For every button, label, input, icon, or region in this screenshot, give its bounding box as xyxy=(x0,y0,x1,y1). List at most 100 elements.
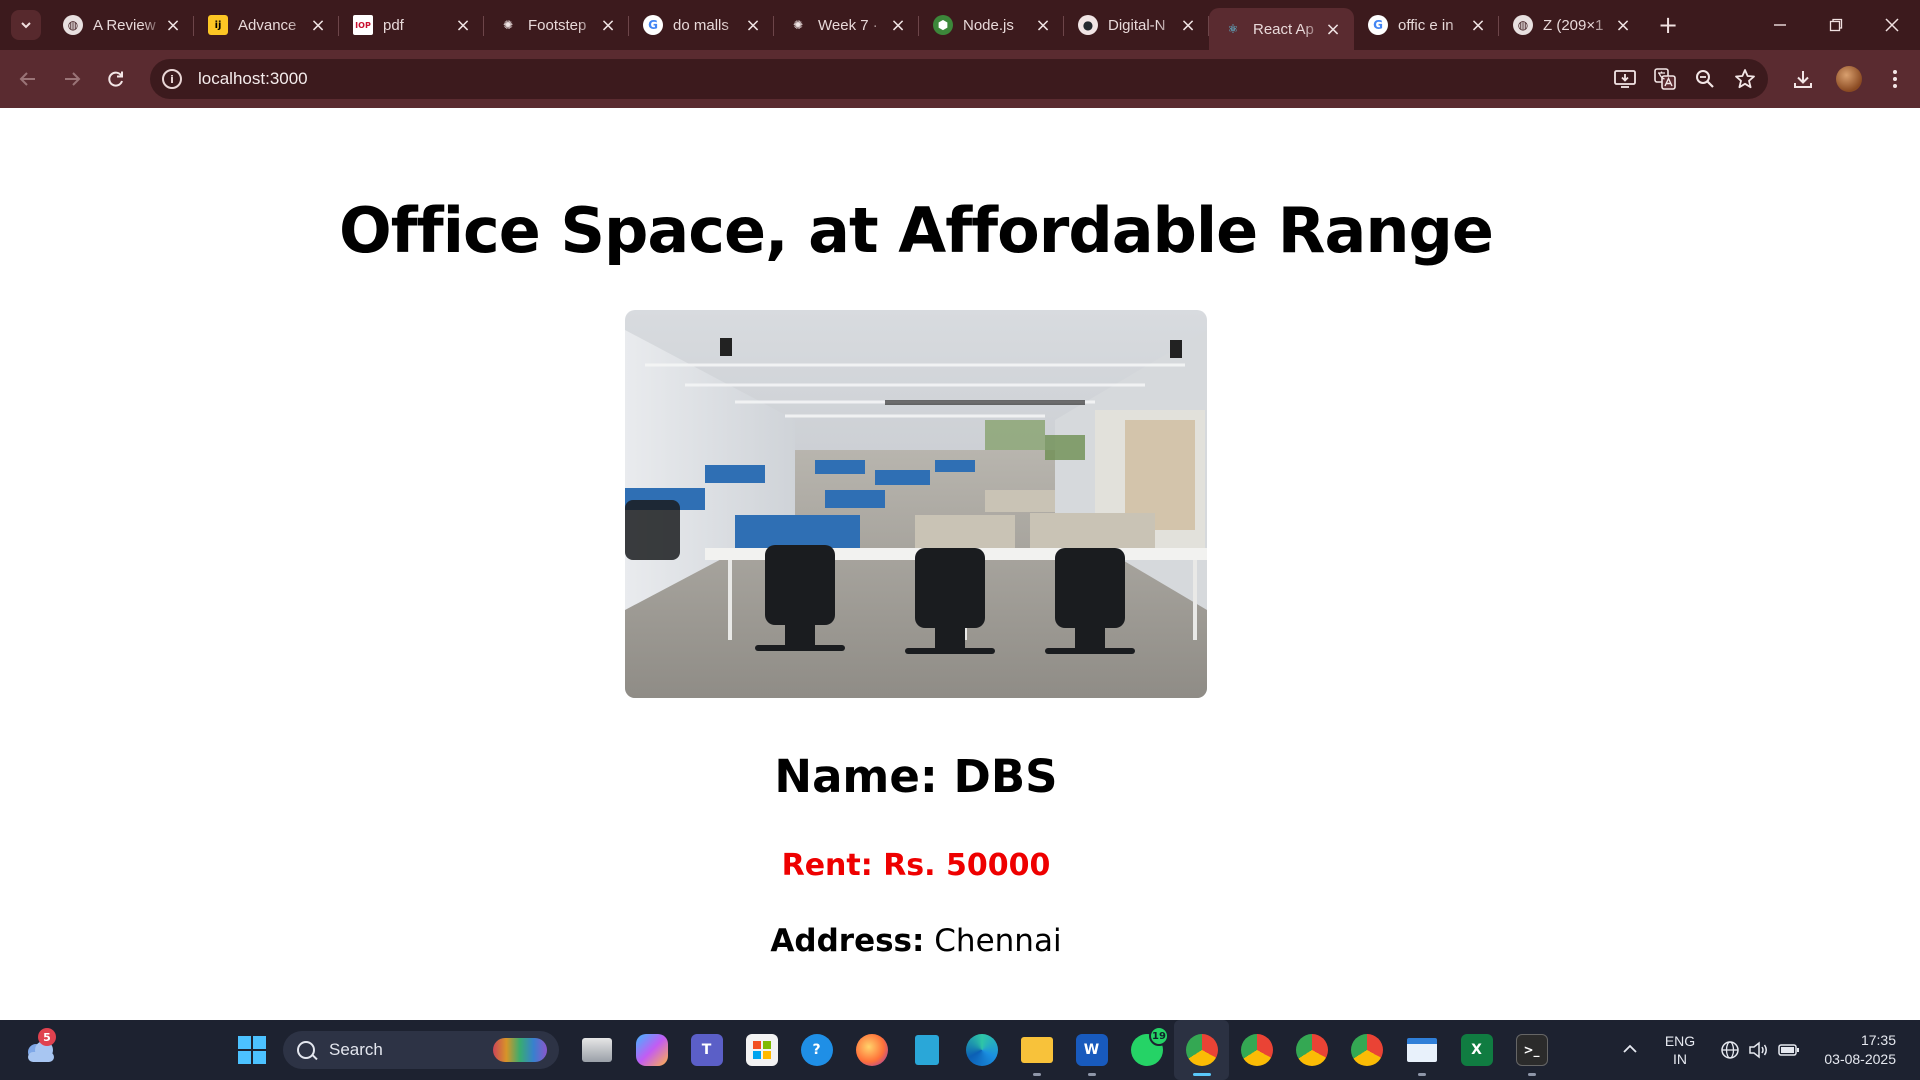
address-label: Address: xyxy=(770,923,925,959)
close-tab-icon[interactable]: × xyxy=(889,15,907,36)
browser-tab[interactable]: ◍ Z (209×1 × xyxy=(1499,0,1644,50)
close-tab-icon[interactable]: × xyxy=(599,15,617,36)
search-highlight-icon xyxy=(493,1038,547,1062)
chrome-profile-3-button[interactable] xyxy=(1284,1020,1339,1080)
notepad-button[interactable] xyxy=(899,1020,954,1080)
system-tray: ENG IN 17:35 03-08-2025 xyxy=(1610,1020,1920,1080)
chatgpt-icon: ✺ xyxy=(792,18,804,32)
folder-icon xyxy=(1020,1037,1053,1063)
browser-tab[interactable]: Gdo malls × xyxy=(629,0,774,50)
clock[interactable]: 17:35 03-08-2025 xyxy=(1810,1031,1920,1069)
address-bar-url[interactable]: localhost:3000 xyxy=(198,69,308,89)
ms-store-button[interactable] xyxy=(734,1020,789,1080)
profile-button[interactable] xyxy=(1834,64,1864,94)
restore-button[interactable] xyxy=(1808,0,1864,50)
browser-tab[interactable]: ◍ A Review × xyxy=(49,0,194,50)
tab-title: Digital-N xyxy=(1108,16,1166,34)
close-tab-icon[interactable]: × xyxy=(1324,19,1342,40)
chrome-icon xyxy=(1185,1034,1218,1066)
close-tab-icon[interactable]: × xyxy=(744,15,762,36)
copilot-button[interactable] xyxy=(624,1020,679,1080)
chrome-profile-2-button[interactable] xyxy=(1229,1020,1284,1080)
new-tab-button[interactable]: + xyxy=(1648,11,1688,39)
reload-button[interactable] xyxy=(94,57,138,101)
minimize-button[interactable] xyxy=(1752,0,1808,50)
tab-search-button[interactable] xyxy=(11,10,41,40)
close-tab-icon[interactable]: × xyxy=(454,15,472,36)
word-icon: W xyxy=(1075,1034,1108,1066)
tab-title: React Ap xyxy=(1253,20,1314,38)
browser-tab[interactable]: ● Digital-N × xyxy=(1064,0,1209,50)
whatsapp-button[interactable]: 19 xyxy=(1119,1020,1174,1080)
google-icon: G xyxy=(643,15,663,35)
chrome-icon xyxy=(1350,1034,1383,1066)
teams-icon: T xyxy=(690,1034,723,1066)
running-indicator xyxy=(1193,1073,1211,1076)
back-button[interactable] xyxy=(6,57,50,101)
tab-title: do malls xyxy=(673,16,729,34)
browser-tab[interactable]: Goffic e in × xyxy=(1354,0,1499,50)
chrome-icon xyxy=(1295,1034,1328,1066)
copilot-icon xyxy=(635,1034,668,1066)
window-app-icon xyxy=(1406,1038,1437,1062)
excel-button[interactable]: X xyxy=(1449,1020,1504,1080)
close-window-button[interactable] xyxy=(1864,0,1920,50)
close-tab-icon[interactable]: × xyxy=(1034,15,1052,36)
show-hidden-icons-button[interactable] xyxy=(1610,1041,1650,1059)
close-tab-icon[interactable]: × xyxy=(1614,15,1632,36)
close-tab-icon[interactable]: × xyxy=(164,15,182,36)
address-bar[interactable]: i localhost:3000 xyxy=(150,59,1768,99)
close-tab-icon[interactable]: × xyxy=(309,15,327,36)
running-indicator xyxy=(1033,1073,1041,1076)
globe-icon: ◍ xyxy=(63,15,83,35)
chrome-profile-1-button[interactable] xyxy=(1174,1020,1229,1080)
chevron-down-icon xyxy=(21,22,31,29)
site-info-icon[interactable]: i xyxy=(162,69,182,89)
close-tab-icon[interactable]: × xyxy=(1469,15,1487,36)
firefox-icon xyxy=(855,1034,888,1066)
forward-button[interactable] xyxy=(50,57,94,101)
downloads-button[interactable] xyxy=(1788,64,1818,94)
browser-tab[interactable]: IOP pdf × xyxy=(339,0,484,50)
toolbar-right xyxy=(1788,50,1910,108)
browser-tab[interactable]: ⚛ React Ap × xyxy=(1209,8,1354,50)
weather-widget[interactable]: 5 xyxy=(22,1028,58,1066)
start-button[interactable] xyxy=(224,1020,279,1080)
browser-tab[interactable]: ⬢ Node.js × xyxy=(919,0,1064,50)
notepad-icon xyxy=(914,1035,939,1065)
word-button[interactable]: W xyxy=(1064,1020,1119,1080)
translate-icon[interactable] xyxy=(1652,66,1678,92)
browser-tab[interactable]: ij Advance × xyxy=(194,0,339,50)
taskbar-search[interactable]: Search xyxy=(283,1031,559,1069)
browser-tab[interactable]: ✺ Footstep × xyxy=(484,0,629,50)
avatar xyxy=(1836,66,1862,92)
arrow-left-icon xyxy=(19,72,35,86)
input-language-button[interactable]: ENG IN xyxy=(1650,1032,1710,1068)
remote-desktop-button[interactable] xyxy=(1394,1020,1449,1080)
browser-menu-button[interactable] xyxy=(1880,64,1910,94)
running-indicator xyxy=(1088,1073,1096,1076)
running-indicator xyxy=(1528,1073,1536,1076)
firefox-button[interactable] xyxy=(844,1020,899,1080)
language-code: ENG xyxy=(1664,1033,1696,1049)
file-explorer-button[interactable] xyxy=(1009,1020,1064,1080)
chrome-profile-4-button[interactable] xyxy=(1339,1020,1394,1080)
close-tab-icon[interactable]: × xyxy=(1179,15,1197,36)
clock-date: 03-08-2025 xyxy=(1824,1051,1896,1067)
tab-title: Advance xyxy=(238,16,297,34)
windows-taskbar: 5 Search T ? W 19 X >_ ENG IN 17:35 03-0… xyxy=(0,1020,1920,1080)
bookmark-star-icon[interactable] xyxy=(1732,66,1758,92)
teams-button[interactable]: T xyxy=(679,1020,734,1080)
clock-time: 17:35 xyxy=(1860,1032,1896,1048)
task-view-button[interactable] xyxy=(569,1020,624,1080)
zoom-out-icon[interactable] xyxy=(1692,66,1718,92)
address-bar-actions xyxy=(1612,59,1758,99)
install-app-icon[interactable] xyxy=(1612,66,1638,92)
battery-icon xyxy=(1778,1044,1799,1056)
edge-button[interactable] xyxy=(954,1020,1009,1080)
quick-settings-button[interactable] xyxy=(1720,1040,1800,1060)
kebab-menu-icon xyxy=(1893,70,1897,88)
browser-tab[interactable]: ✺ Week 7 · × xyxy=(774,0,919,50)
get-help-button[interactable]: ? xyxy=(789,1020,844,1080)
terminal-button[interactable]: >_ xyxy=(1504,1020,1559,1080)
